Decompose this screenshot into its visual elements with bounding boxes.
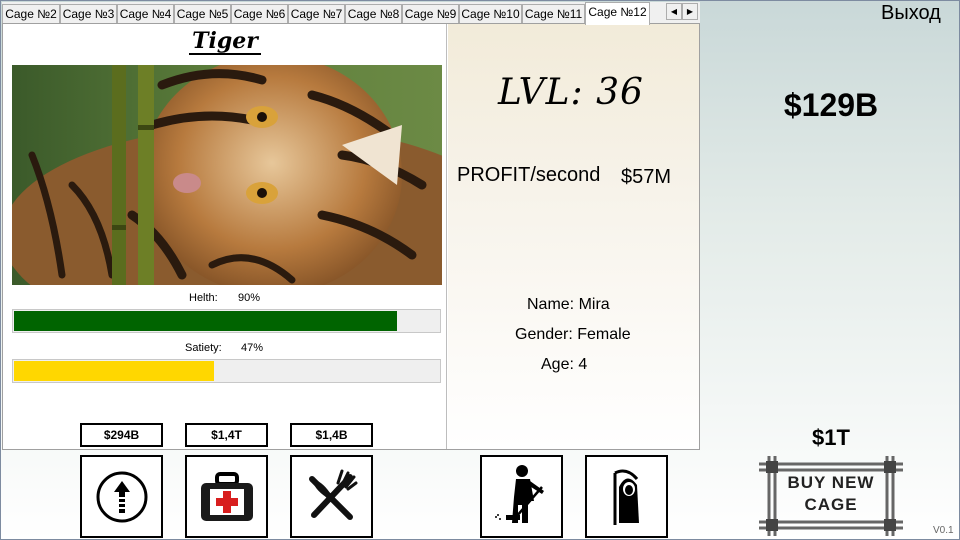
tab-cage-6[interactable]: Cage №6 [231, 4, 288, 24]
profit-value: $57M [621, 166, 672, 188]
exit-button[interactable]: Выход [881, 2, 941, 25]
cage-panel: Tiger Helth: 90% Satiety: 47% LVL: 36 PR… [2, 23, 700, 450]
tab-cage-9[interactable]: Cage №9 [402, 4, 459, 24]
level-display: LVL: 36 [498, 72, 644, 113]
cage-tab-strip: Cage №2 Cage №3 Cage №4 Cage №5 Cage №6 … [2, 2, 700, 25]
animal-pane: Tiger Helth: 90% Satiety: 47% [3, 24, 447, 449]
health-label: Helth: [189, 292, 218, 304]
clean-button[interactable] [480, 455, 563, 538]
version-label: V0.1 [933, 525, 954, 536]
upgrade-button[interactable] [80, 455, 163, 538]
health-bar [12, 309, 441, 333]
tab-cage-11[interactable]: Cage №11 [522, 4, 585, 24]
heal-price: $1,4T [185, 423, 268, 447]
satiety-bar-fill [14, 361, 214, 381]
animal-name: Tiger [189, 29, 261, 55]
buy-cage-label: BUY NEW CAGE [757, 472, 905, 516]
satiety-label: Satiety: [185, 342, 222, 354]
satiety-bar [12, 359, 441, 383]
tab-cage-7[interactable]: Cage №7 [288, 4, 345, 24]
tab-scroll-right-button[interactable]: ▶ [682, 3, 698, 20]
animal-photo [12, 65, 442, 285]
tab-scroll-left-button[interactable]: ◀ [666, 3, 682, 20]
tiger-image [12, 65, 442, 285]
first-aid-kit-icon [201, 472, 253, 521]
profit-label: PROFIT/second [457, 164, 601, 186]
buy-cage-label-line2: CAGE [804, 495, 858, 514]
tab-cage-5[interactable]: Cage №5 [174, 4, 231, 24]
buy-cage-label-line1: BUY NEW [787, 473, 875, 492]
remove-animal-button[interactable] [585, 455, 668, 538]
tab-cage-2[interactable]: Cage №2 [2, 4, 60, 24]
tab-cage-3[interactable]: Cage №3 [60, 4, 117, 24]
health-bar-fill [14, 311, 397, 331]
buy-cage-price: $1T [812, 425, 850, 450]
upgrade-price: $294B [80, 423, 163, 447]
animal-name-line: Name: Mira [527, 296, 610, 313]
animal-gender-line: Gender: Female [515, 326, 631, 343]
stats-pane: LVL: 36 PROFIT/second $57M Name: Mira Ge… [448, 24, 699, 449]
tab-cage-12[interactable]: Cage №12 [585, 2, 650, 25]
feed-button[interactable] [290, 455, 373, 538]
janitor-sweeping-icon [495, 465, 544, 523]
tab-cage-4[interactable]: Cage №4 [117, 4, 174, 24]
satiety-value: 47% [241, 342, 264, 354]
balance-display: $129B [783, 87, 879, 123]
buy-new-cage-button[interactable]: BUY NEW CAGE [757, 454, 905, 538]
tab-cage-8[interactable]: Cage №8 [345, 4, 402, 24]
health-value: 90% [238, 292, 261, 304]
heal-button[interactable] [185, 455, 268, 538]
animal-age-line: Age: 4 [541, 356, 588, 373]
grim-reaper-icon [613, 469, 639, 525]
feed-price: $1,4B [290, 423, 373, 447]
fork-knife-icon [309, 469, 358, 520]
tab-cage-10[interactable]: Cage №10 [459, 4, 522, 24]
arrow-up-circle-icon [96, 471, 148, 523]
